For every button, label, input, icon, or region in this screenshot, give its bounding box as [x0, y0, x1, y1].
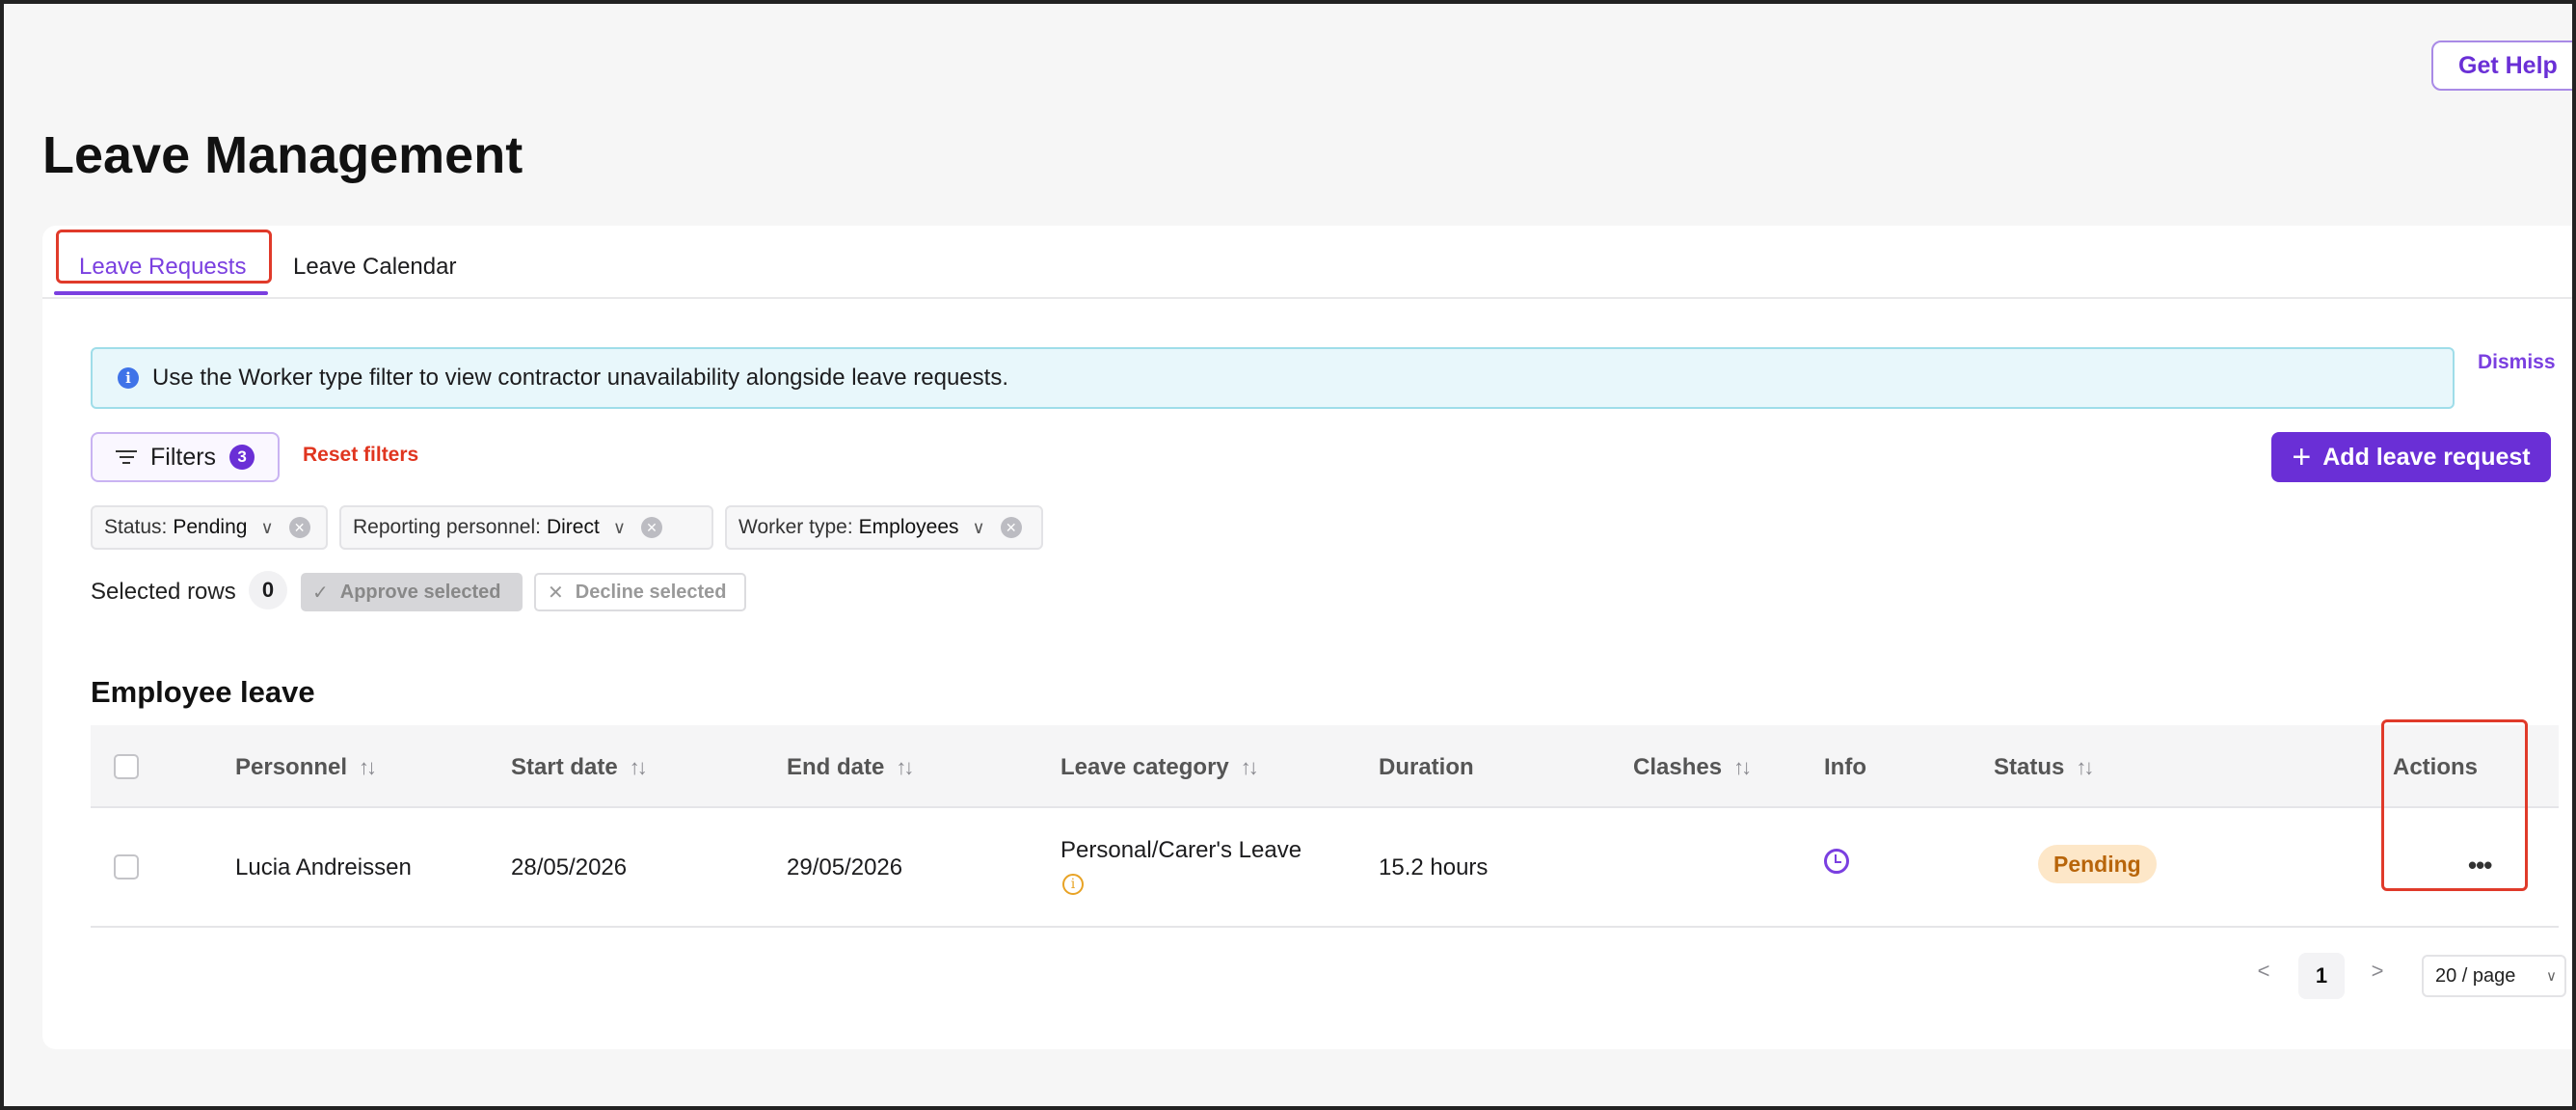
sort-icon: ↑↓: [896, 755, 914, 779]
info-banner: i Use the Worker type filter to view con…: [91, 347, 2455, 409]
sort-icon: ↑↓: [2076, 755, 2094, 779]
chip-value: Pending: [173, 516, 248, 538]
chevron-down-icon: ∨: [2546, 968, 2557, 985]
column-status[interactable]: Status ↑↓: [1994, 754, 2094, 781]
column-label: Status: [1994, 754, 2065, 780]
decline-selected-label: Decline selected: [575, 581, 727, 603]
plus-icon: +: [2292, 439, 2312, 475]
filters-button[interactable]: Filters 3: [91, 432, 280, 482]
sort-icon: ↑↓: [629, 755, 648, 779]
column-label: End date: [787, 754, 885, 780]
page-size-value: 20 / page: [2435, 964, 2516, 987]
add-leave-request-label: Add leave request: [2322, 443, 2531, 471]
filter-chip-status[interactable]: Status: Pending ∨ ✕: [91, 505, 328, 550]
chip-key: Worker type:: [738, 516, 853, 538]
table-header: Personnel ↑↓ Start date ↑↓ End date ↑↓ L…: [91, 725, 2559, 808]
tab-bar: Leave Requests Leave Calendar: [42, 226, 2576, 299]
decline-selected-button[interactable]: ✕ Decline selected: [534, 573, 746, 611]
chip-value: Direct: [546, 516, 600, 538]
get-help-label: Get Help: [2458, 51, 2558, 79]
chip-key: Reporting personnel:: [353, 516, 541, 538]
chip-key: Status:: [104, 516, 168, 538]
dismiss-link[interactable]: Dismiss: [2478, 351, 2556, 374]
column-leave-category[interactable]: Leave category ↑↓: [1060, 754, 1259, 781]
select-all-checkbox[interactable]: [114, 754, 139, 779]
active-tab-indicator: [54, 291, 268, 295]
chevron-down-icon: ∨: [260, 517, 274, 537]
chip-value: Employees: [858, 516, 959, 538]
tab-leave-calendar[interactable]: Leave Calendar: [293, 241, 456, 293]
selected-rows-label: Selected rows: [91, 579, 236, 605]
reset-filters-link[interactable]: Reset filters: [303, 444, 418, 467]
chevron-down-icon: ∨: [612, 517, 626, 537]
table-row[interactable]: Lucia Andreissen 28/05/2026 29/05/2026 P…: [91, 808, 2559, 928]
next-page-button[interactable]: >: [2366, 959, 2389, 984]
warning-info-icon[interactable]: i: [1062, 874, 1084, 895]
column-label: Duration: [1379, 754, 1474, 780]
get-help-button[interactable]: Get Help: [2431, 41, 2576, 91]
cell-end-date: 29/05/2026: [787, 854, 903, 880]
info-icon: i: [118, 367, 139, 389]
column-info: Info: [1824, 754, 1866, 781]
filters-count-badge: 3: [229, 445, 255, 470]
chevron-down-icon: ∨: [972, 517, 985, 537]
approve-selected-button[interactable]: ✓ Approve selected: [301, 573, 523, 611]
column-label: Personnel: [235, 754, 348, 780]
filter-icon: [116, 448, 137, 466]
clock-icon[interactable]: [1824, 849, 1849, 874]
tab-leave-calendar-label: Leave Calendar: [293, 254, 457, 280]
clear-chip-icon[interactable]: ✕: [288, 517, 310, 538]
column-label: Leave category: [1060, 754, 1229, 780]
selected-rows-count: 0: [249, 571, 287, 609]
row-checkbox[interactable]: [114, 854, 139, 880]
cell-duration: 15.2 hours: [1379, 854, 1489, 880]
approve-selected-label: Approve selected: [339, 581, 501, 603]
cell-leave-category: Personal/Carer's Leave: [1060, 837, 1302, 863]
column-label: Start date: [511, 754, 618, 780]
status-badge: Pending: [2038, 845, 2157, 883]
clear-chip-icon[interactable]: ✕: [1000, 517, 1022, 538]
check-icon: ✓: [312, 582, 329, 604]
page-title: Leave Management: [42, 126, 523, 184]
sort-icon: ↑↓: [1240, 755, 1259, 779]
page-number-current[interactable]: 1: [2298, 953, 2345, 999]
column-duration: Duration: [1379, 754, 1474, 781]
column-end-date[interactable]: End date ↑↓: [787, 754, 914, 781]
sort-icon: ↑↓: [359, 755, 377, 779]
page-size-select[interactable]: 20 / page ∨: [2422, 955, 2566, 997]
column-label: Clashes: [1633, 754, 1723, 780]
add-leave-request-button[interactable]: + Add leave request: [2271, 432, 2551, 482]
column-start-date[interactable]: Start date ↑↓: [511, 754, 648, 781]
column-personnel[interactable]: Personnel ↑↓: [235, 754, 377, 781]
filter-chip-reporting-personnel[interactable]: Reporting personnel: Direct ∨ ✕: [339, 505, 713, 550]
filter-chip-worker-type[interactable]: Worker type: Employees ∨ ✕: [725, 505, 1043, 550]
highlight-box-tab: [56, 230, 272, 284]
section-title: Employee leave: [91, 675, 315, 709]
close-icon: ✕: [548, 582, 564, 604]
filters-label: Filters: [150, 443, 217, 471]
cell-personnel: Lucia Andreissen: [235, 854, 412, 880]
column-label: Info: [1824, 754, 1866, 780]
clear-chip-icon[interactable]: ✕: [641, 517, 662, 538]
sort-icon: ↑↓: [1733, 755, 1752, 779]
leave-card: Leave Requests Leave Calendar i Use the …: [42, 226, 2576, 1049]
highlight-box-actions: [2381, 719, 2528, 891]
banner-text: Use the Worker type filter to view contr…: [152, 365, 1008, 391]
cell-start-date: 28/05/2026: [511, 854, 628, 880]
column-clashes[interactable]: Clashes ↑↓: [1633, 754, 1752, 781]
prev-page-button[interactable]: <: [2252, 959, 2275, 984]
